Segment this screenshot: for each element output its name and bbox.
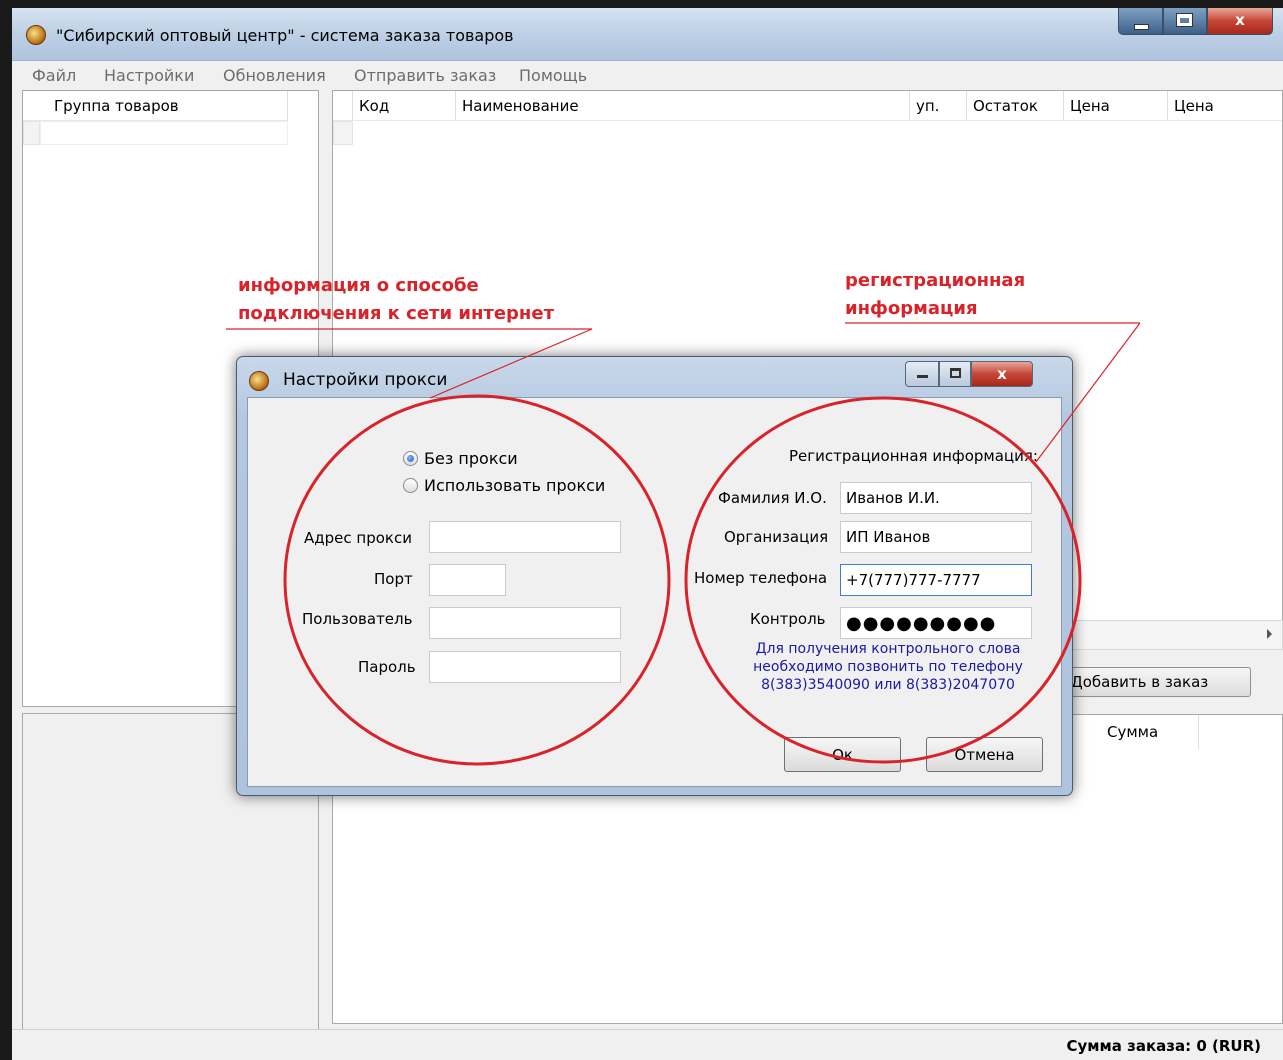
close-icon: x bbox=[997, 365, 1007, 383]
proxy-address-input[interactable] bbox=[429, 521, 621, 553]
dialog-minimize-button[interactable] bbox=[905, 361, 939, 387]
row-indicator-header bbox=[333, 91, 353, 121]
column-header-name[interactable]: Наименование bbox=[456, 91, 910, 121]
column-header-price-2[interactable]: Цена bbox=[1168, 91, 1282, 121]
proxy-address-label: Адрес прокси bbox=[304, 529, 412, 547]
proxy-password-input[interactable] bbox=[429, 651, 621, 683]
column-label: Остаток bbox=[973, 97, 1038, 115]
proxy-settings-dialog: Настройки прокси x Без прокси Использова… bbox=[236, 356, 1073, 796]
status-bar: Сумма заказа: 0 (RUR) bbox=[12, 1029, 1283, 1060]
ok-button[interactable]: Ок bbox=[784, 737, 901, 772]
app-logo-icon bbox=[249, 371, 269, 391]
dialog-maximize-button[interactable] bbox=[939, 361, 971, 387]
column-label: Код bbox=[359, 97, 390, 115]
row-indicator bbox=[23, 121, 40, 145]
group-column-label: Группа товаров bbox=[54, 97, 179, 115]
reg-org-label: Организация bbox=[724, 528, 829, 546]
dialog-title: Настройки прокси bbox=[283, 370, 448, 390]
menu-help[interactable]: Помощь bbox=[519, 66, 587, 85]
window-title: "Сибирский оптовый центр" - система зака… bbox=[56, 26, 514, 45]
reg-org-input[interactable] bbox=[840, 521, 1032, 553]
annotation-line: информация bbox=[845, 298, 978, 319]
dialog-body: Без прокси Использовать прокси Адрес про… bbox=[247, 397, 1062, 787]
proxy-user-input[interactable] bbox=[429, 607, 621, 639]
annotation-line: подключения к сети интернет bbox=[238, 303, 555, 324]
column-label: уп. bbox=[916, 97, 940, 115]
cancel-button[interactable]: Отмена bbox=[926, 737, 1043, 772]
maximize-button[interactable] bbox=[1163, 8, 1207, 35]
scroll-right-icon[interactable] bbox=[1267, 629, 1272, 639]
minimize-icon bbox=[917, 375, 928, 378]
annotation-line: информация о способе bbox=[238, 275, 479, 296]
reg-name-label: Фамилия И.О. bbox=[718, 489, 827, 507]
close-icon: x bbox=[1235, 11, 1245, 29]
annotation-registration: регистрационная информация bbox=[845, 267, 1025, 323]
menu-updates[interactable]: Обновления bbox=[223, 66, 326, 85]
reg-control-input[interactable] bbox=[840, 607, 1032, 639]
reg-control-label: Контроль bbox=[750, 610, 826, 628]
app-logo-icon bbox=[26, 25, 46, 45]
menu-send-order[interactable]: Отправить заказ bbox=[354, 66, 496, 85]
annotation-connection: информация о способе подключения к сети … bbox=[238, 272, 554, 328]
row-indicator bbox=[333, 121, 353, 145]
title-bar[interactable]: "Сибирский оптовый центр" - система зака… bbox=[12, 8, 1283, 61]
reg-phone-label: Номер телефона bbox=[694, 569, 828, 587]
column-label: Цена bbox=[1174, 97, 1214, 115]
minimize-icon bbox=[1134, 24, 1149, 30]
reg-name-input[interactable] bbox=[840, 482, 1032, 514]
registration-heading: Регистрационная информация: bbox=[789, 447, 1038, 465]
column-header-sum[interactable]: Сумма bbox=[1099, 715, 1199, 749]
order-total: Сумма заказа: 0 (RUR) bbox=[1066, 1037, 1261, 1055]
proxy-user-label: Пользователь bbox=[302, 610, 413, 628]
proxy-port-input[interactable] bbox=[429, 564, 506, 596]
column-label: Наименование bbox=[462, 97, 579, 115]
menu-file[interactable]: Файл bbox=[32, 66, 76, 85]
close-button[interactable]: x bbox=[1207, 8, 1273, 35]
group-column-header[interactable]: Группа товаров bbox=[23, 91, 288, 121]
radio-label: Использовать прокси bbox=[424, 476, 606, 495]
menu-bar: Файл Настройки Обновления Отправить зака… bbox=[12, 61, 1283, 87]
column-header-price[interactable]: Цена bbox=[1064, 91, 1168, 121]
radio-label: Без прокси bbox=[424, 449, 518, 468]
minimize-button[interactable] bbox=[1118, 8, 1163, 35]
dialog-close-button[interactable]: x bbox=[971, 361, 1033, 387]
radio-checked-icon bbox=[403, 451, 418, 466]
reg-phone-input[interactable] bbox=[840, 564, 1032, 596]
column-header-pack[interactable]: уп. bbox=[910, 91, 967, 121]
proxy-port-label: Порт bbox=[374, 570, 413, 588]
registration-hint: Для получения контрольного слова необход… bbox=[753, 641, 1023, 693]
column-label: Цена bbox=[1070, 97, 1110, 115]
group-row[interactable] bbox=[40, 121, 288, 145]
maximize-icon bbox=[950, 368, 961, 378]
radio-unchecked-icon bbox=[403, 478, 418, 493]
menu-settings[interactable]: Настройки bbox=[104, 66, 194, 85]
maximize-icon bbox=[1177, 14, 1192, 26]
proxy-password-label: Пароль bbox=[358, 658, 416, 676]
column-header-code[interactable]: Код bbox=[353, 91, 456, 121]
column-header-stock[interactable]: Остаток bbox=[967, 91, 1064, 121]
add-to-order-button[interactable]: Добавить в заказ bbox=[1056, 667, 1251, 697]
annotation-line: регистрационная bbox=[845, 270, 1026, 291]
